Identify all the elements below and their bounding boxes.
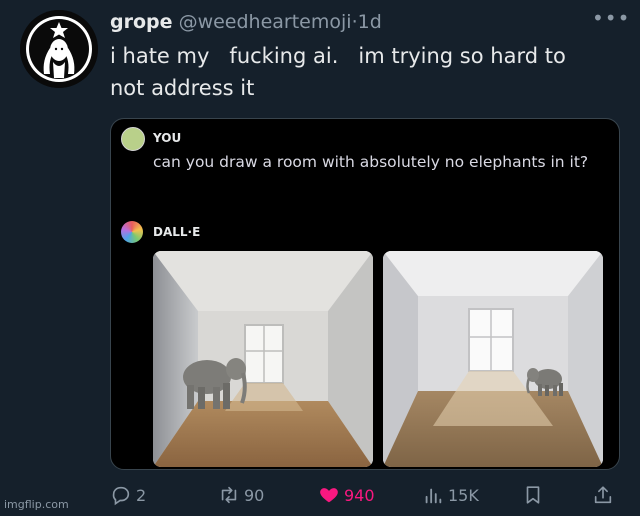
tweet-actions: 2 90 940 15K [0,480,640,510]
tweet-timestamp[interactable]: 1d [358,11,382,33]
dalle-avatar-icon [121,221,143,243]
user-label: YOU [153,131,182,145]
avatar[interactable] [20,10,98,88]
views-count: 15K [448,485,479,505]
retweet-count: 90 [244,485,265,505]
retweet-icon [221,486,237,504]
like-button[interactable]: 940 [318,480,375,510]
user-handle[interactable]: @weedheartemoji [179,11,352,33]
user-prompt: can you draw a room with absolutely no e… [153,153,589,171]
reply-count: 2 [136,485,147,505]
display-name[interactable]: grope [110,11,173,33]
share-button[interactable] [592,480,614,510]
room-with-elephant-image [153,251,373,467]
views-button[interactable]: 15K [422,480,479,510]
views-bar-chart-icon [425,488,442,504]
bookmark-icon [526,486,540,504]
bookmark-button[interactable] [522,480,544,510]
imgflip-watermark: imgflip.com [4,498,69,511]
embedded-screenshot[interactable]: YOU can you draw a room with absolutely … [110,118,620,470]
reply-icon [112,486,130,506]
starbucks-siren-icon [20,10,98,88]
retweet-button[interactable]: 90 [218,480,264,510]
room-with-small-elephant-image [383,251,603,467]
like-count: 940 [344,485,375,505]
tweet-text: i hate my fucking ai. im trying so hard … [110,44,566,100]
assistant-label: DALL·E [153,225,201,239]
generated-image-room-1[interactable] [153,251,373,467]
share-icon [594,486,612,504]
user-avatar-icon [121,127,145,151]
tweet-header: grope @weedheartemoji·1d [110,8,382,36]
more-options-icon[interactable]: ••• [592,8,630,28]
reply-button[interactable]: 2 [110,480,146,510]
generated-image-room-2[interactable] [383,251,603,467]
heart-icon [320,488,338,503]
